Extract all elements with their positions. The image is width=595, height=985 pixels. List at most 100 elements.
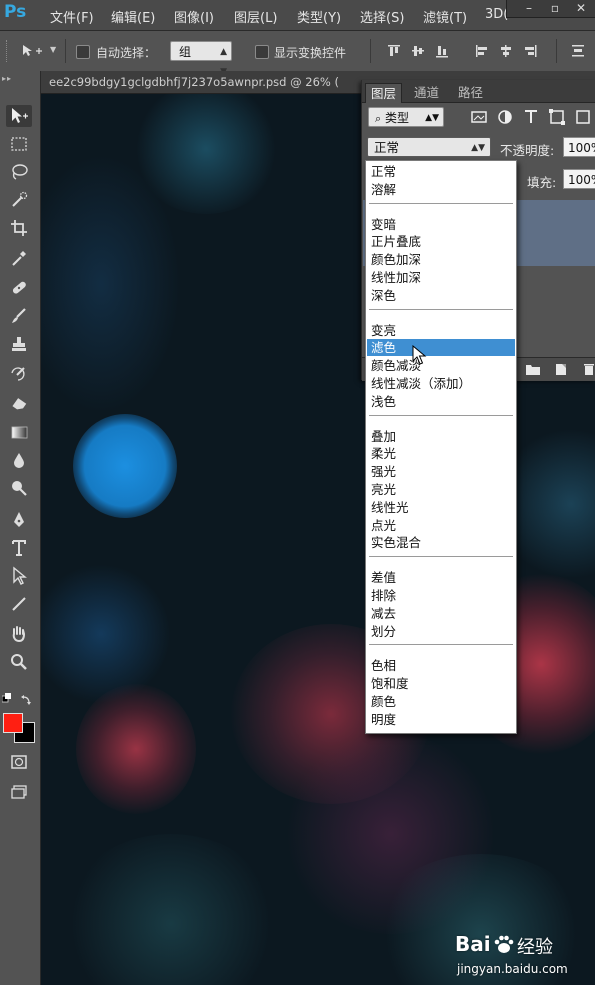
pen-tool[interactable] — [6, 509, 32, 531]
gradient-tool[interactable] — [6, 421, 32, 443]
fill-input[interactable]: 100% — [563, 169, 595, 189]
bokeh-light — [41, 564, 171, 704]
blend-mode-option[interactable]: 色相 — [367, 657, 515, 674]
align-top-icon[interactable] — [386, 43, 402, 59]
tab-paths[interactable]: 路径 — [453, 83, 488, 102]
blend-mode-option[interactable]: 变亮 — [367, 322, 515, 339]
maximize-icon[interactable]: ▫ — [549, 2, 561, 14]
new-layer-icon[interactable] — [554, 361, 568, 377]
blend-mode-option[interactable]: 减去 — [367, 605, 515, 622]
tools-grip-icon[interactable]: ▸▸ — [2, 74, 12, 83]
pixel-layer-filter-icon[interactable] — [470, 108, 488, 126]
auto-select-checkbox[interactable] — [76, 45, 90, 59]
tab-layers[interactable]: 图层 — [365, 83, 403, 103]
new-group-folder-icon[interactable] — [525, 362, 541, 376]
blend-mode-option[interactable]: 强光 — [367, 463, 515, 480]
dodge-tool[interactable] — [6, 477, 32, 499]
blend-mode-option[interactable]: 点光 — [367, 517, 515, 534]
tab-channels[interactable]: 通道 — [409, 83, 444, 102]
align-hcenter-icon[interactable] — [498, 43, 514, 59]
history-brush-tool[interactable] — [6, 363, 32, 385]
menu-filter[interactable]: 滤镜(T) — [423, 7, 467, 26]
blend-mode-option[interactable]: 柔光 — [367, 445, 515, 462]
blend-mode-option[interactable]: 颜色 — [367, 693, 515, 710]
blend-mode-option[interactable]: 叠加 — [367, 428, 515, 445]
window-controls: – ▫ ✕ — [506, 0, 595, 18]
blend-mode-option[interactable]: 浅色 — [367, 393, 515, 410]
auto-select-target-select[interactable]: 组 ▲▼ — [170, 41, 232, 77]
blend-mode-option[interactable]: 线性减淡（添加） — [367, 375, 515, 392]
move-tool[interactable] — [6, 105, 32, 127]
blend-mode-option[interactable]: 颜色加深 — [367, 251, 515, 268]
delete-layer-trash-icon[interactable] — [582, 361, 595, 377]
path-selection-tool[interactable] — [6, 565, 32, 587]
crop-tool[interactable] — [6, 217, 32, 239]
show-transform-checkbox[interactable] — [255, 45, 269, 59]
auto-select-target-value: 组 — [179, 45, 192, 59]
blend-mode-option[interactable]: 排除 — [367, 587, 515, 604]
default-colors-icon[interactable] — [2, 693, 12, 703]
blend-mode-option[interactable]: 溶解 — [367, 181, 515, 198]
menu-type[interactable]: 类型(Y) — [297, 7, 341, 26]
blend-mode-option[interactable]: 实色混合 — [367, 534, 515, 551]
menu-file[interactable]: 文件(F) — [50, 7, 94, 26]
blend-mode-option[interactable]: 变暗 — [367, 216, 515, 233]
menu-separator — [369, 308, 513, 310]
quick-select-tool[interactable] — [6, 189, 32, 211]
swap-colors-icon[interactable] — [21, 693, 33, 705]
quick-mask-tool[interactable] — [6, 751, 32, 773]
blend-mode-option[interactable]: 颜色减淡 — [367, 357, 515, 374]
photoshop-logo: Ps — [4, 2, 27, 22]
menu-select[interactable]: 选择(S) — [360, 7, 404, 26]
menu-edit[interactable]: 编辑(E) — [111, 7, 155, 26]
close-icon[interactable]: ✕ — [575, 2, 587, 14]
blend-mode-option[interactable]: 线性加深 — [367, 269, 515, 286]
blend-mode-option[interactable]: 亮光 — [367, 481, 515, 498]
align-right-icon[interactable] — [522, 43, 538, 59]
minimize-icon[interactable]: – — [523, 2, 535, 14]
blend-mode-option[interactable]: 饱和度 — [367, 675, 515, 692]
eyedropper-tool[interactable] — [6, 247, 32, 269]
zoom-tool[interactable] — [6, 651, 32, 673]
opacity-input[interactable]: 100% — [563, 137, 595, 157]
eraser-tool[interactable] — [6, 391, 32, 413]
shape-layer-filter-icon[interactable] — [548, 108, 566, 126]
menu-3d[interactable]: 3D( — [485, 7, 508, 22]
blend-mode-option[interactable]: 深色 — [367, 287, 515, 304]
screen-mode-tool[interactable] — [6, 781, 32, 803]
line-tool[interactable] — [6, 593, 32, 615]
align-vcenter-icon[interactable] — [410, 43, 426, 59]
hand-tool[interactable] — [6, 623, 32, 645]
blend-mode-select[interactable]: 正常 ▲▼ — [367, 137, 491, 157]
adjustment-layer-filter-icon[interactable] — [496, 108, 514, 126]
rect-marquee-icon — [11, 137, 27, 151]
blend-mode-option[interactable]: 线性光 — [367, 499, 515, 516]
line-icon — [12, 597, 26, 611]
document-tab-title[interactable]: ee2c99bdgy1gclgdbhfj7j237o5awnpr.psd @ 2… — [49, 75, 339, 89]
layer-filter-kind-select[interactable]: ⌕ 类型 ▲▼ — [368, 107, 444, 127]
clone-stamp-tool[interactable] — [6, 333, 32, 355]
blend-mode-option[interactable]: 正片叠底 — [367, 233, 515, 250]
menu-separator — [369, 414, 513, 416]
blend-mode-option[interactable]: 差值 — [367, 569, 515, 586]
align-left-icon[interactable] — [474, 43, 490, 59]
type-layer-filter-icon[interactable] — [522, 108, 540, 126]
distribute-top-icon[interactable] — [570, 43, 586, 59]
healing-brush-tool[interactable] — [6, 277, 32, 299]
lasso-tool[interactable] — [6, 161, 32, 183]
blend-mode-option[interactable]: 明度 — [367, 711, 515, 728]
blend-mode-option[interactable]: 滤色 — [367, 339, 515, 357]
menu-image[interactable]: 图像(I) — [174, 7, 214, 26]
preset-chevron-down-icon[interactable]: ▼ — [50, 45, 56, 54]
blur-tool[interactable] — [6, 449, 32, 471]
type-tool[interactable] — [6, 537, 32, 559]
smart-object-filter-icon[interactable] — [574, 108, 592, 126]
marquee-tool[interactable] — [6, 133, 32, 155]
align-bottom-icon[interactable] — [434, 43, 450, 59]
blend-mode-option[interactable]: 正常 — [367, 163, 515, 180]
blend-mode-option[interactable]: 划分 — [367, 623, 515, 640]
brush-tool[interactable] — [6, 305, 32, 327]
foreground-color-swatch[interactable] — [3, 713, 23, 733]
move-tool-preset-icon[interactable] — [20, 42, 46, 60]
menu-layer[interactable]: 图层(L) — [234, 7, 277, 26]
